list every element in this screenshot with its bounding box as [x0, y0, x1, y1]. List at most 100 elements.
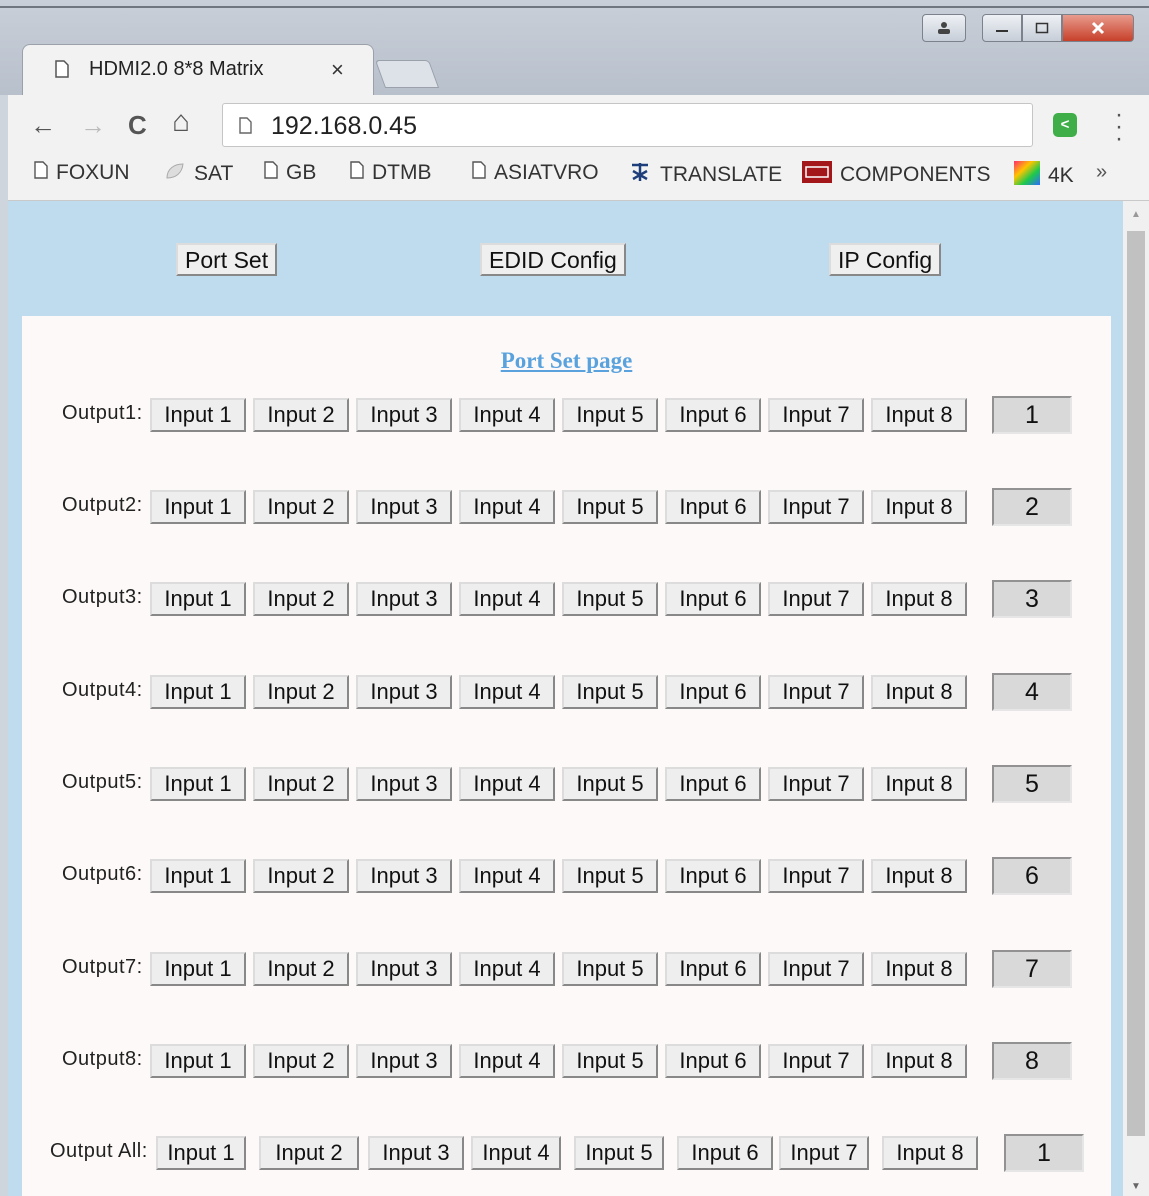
input-5-button[interactable]: Input 5	[562, 952, 658, 986]
input-4-button[interactable]: Input 4	[459, 398, 555, 432]
input-2-button[interactable]: Input 2	[259, 1136, 359, 1170]
close-window-icon[interactable]	[1062, 14, 1134, 42]
input-5-button[interactable]: Input 5	[562, 675, 658, 709]
browser-tab[interactable]: HDMI2.0 8*8 Matrix ×	[22, 44, 374, 95]
input-3-button[interactable]: Input 3	[356, 582, 452, 616]
page-title[interactable]: Port Set page	[22, 348, 1111, 374]
input-1-button[interactable]: Input 1	[150, 952, 246, 986]
input-2-button[interactable]: Input 2	[253, 767, 349, 801]
input-6-button[interactable]: Input 6	[665, 582, 761, 616]
new-tab-button[interactable]	[374, 60, 440, 88]
input-2-button[interactable]: Input 2	[253, 490, 349, 524]
input-4-button[interactable]: Input 4	[459, 859, 555, 893]
input-5-button[interactable]: Input 5	[562, 767, 658, 801]
back-icon[interactable]: ←	[30, 110, 56, 141]
bookmark-translate[interactable]: TRANSLATE	[628, 161, 782, 189]
input-4-button[interactable]: Input 4	[459, 767, 555, 801]
input-3-button[interactable]: Input 3	[356, 1044, 452, 1078]
input-1-button[interactable]: Input 1	[150, 582, 246, 616]
input-7-button[interactable]: Input 7	[779, 1136, 869, 1170]
input-3-button[interactable]: Input 3	[356, 859, 452, 893]
input-8-button[interactable]: Input 8	[871, 952, 967, 986]
input-2-button[interactable]: Input 2	[253, 859, 349, 893]
bookmark-4k[interactable]: 4K	[1014, 161, 1074, 191]
input-5-button[interactable]: Input 5	[562, 490, 658, 524]
input-2-button[interactable]: Input 2	[253, 1044, 349, 1078]
bookmark-asiatvro[interactable]: ASIATVRO	[472, 161, 599, 185]
input-7-button[interactable]: Input 7	[768, 952, 864, 986]
input-4-button[interactable]: Input 4	[459, 952, 555, 986]
input-3-button[interactable]: Input 3	[356, 398, 452, 432]
bookmarks-overflow-icon[interactable]: »	[1096, 161, 1107, 184]
input-8-button[interactable]: Input 8	[871, 1044, 967, 1078]
page-info-icon[interactable]	[239, 117, 252, 139]
input-6-button[interactable]: Input 6	[665, 767, 761, 801]
input-7-button[interactable]: Input 7	[768, 767, 864, 801]
edid-config-button[interactable]: EDID Config	[480, 243, 626, 276]
input-5-button[interactable]: Input 5	[562, 859, 658, 893]
url-text[interactable]: 192.168.0.45	[271, 112, 417, 141]
input-3-button[interactable]: Input 3	[356, 952, 452, 986]
input-8-button[interactable]: Input 8	[871, 582, 967, 616]
input-7-button[interactable]: Input 7	[768, 675, 864, 709]
input-3-button[interactable]: Input 3	[368, 1136, 464, 1170]
address-bar[interactable]: 192.168.0.45	[222, 103, 1033, 147]
input-1-button[interactable]: Input 1	[156, 1136, 246, 1170]
bookmark-dtmb[interactable]: DTMB	[350, 161, 432, 185]
input-6-button[interactable]: Input 6	[665, 398, 761, 432]
input-2-button[interactable]: Input 2	[253, 582, 349, 616]
input-3-button[interactable]: Input 3	[356, 675, 452, 709]
maximize-icon[interactable]	[1022, 14, 1062, 42]
input-6-button[interactable]: Input 6	[665, 1044, 761, 1078]
input-6-button[interactable]: Input 6	[665, 490, 761, 524]
input-4-button[interactable]: Input 4	[459, 675, 555, 709]
input-4-button[interactable]: Input 4	[459, 490, 555, 524]
input-6-button[interactable]: Input 6	[665, 952, 761, 986]
scroll-down-icon[interactable]: ▼	[1131, 1181, 1141, 1192]
forward-icon[interactable]: →	[80, 110, 106, 141]
input-7-button[interactable]: Input 7	[768, 859, 864, 893]
vertical-scrollbar[interactable]: ▲ ▼	[1123, 201, 1149, 1196]
input-6-button[interactable]: Input 6	[665, 859, 761, 893]
input-1-button[interactable]: Input 1	[150, 859, 246, 893]
input-5-button[interactable]: Input 5	[562, 398, 658, 432]
input-8-button[interactable]: Input 8	[882, 1136, 978, 1170]
input-5-button[interactable]: Input 5	[562, 1044, 658, 1078]
input-4-button[interactable]: Input 4	[459, 1044, 555, 1078]
input-3-button[interactable]: Input 3	[356, 767, 452, 801]
input-7-button[interactable]: Input 7	[768, 582, 864, 616]
input-8-button[interactable]: Input 8	[871, 859, 967, 893]
bookmark-sat[interactable]: SAT	[164, 161, 233, 187]
bookmark-components[interactable]: COMPONENTS	[802, 161, 991, 189]
input-4-button[interactable]: Input 4	[471, 1136, 561, 1170]
input-2-button[interactable]: Input 2	[253, 952, 349, 986]
port-set-button[interactable]: Port Set	[176, 243, 278, 276]
input-6-button[interactable]: Input 6	[665, 675, 761, 709]
scroll-up-icon[interactable]: ▲	[1131, 209, 1141, 220]
bookmark-foxun[interactable]: FOXUN	[34, 161, 130, 185]
input-1-button[interactable]: Input 1	[150, 490, 246, 524]
input-7-button[interactable]: Input 7	[768, 398, 864, 432]
input-5-button[interactable]: Input 5	[562, 582, 658, 616]
input-1-button[interactable]: Input 1	[150, 398, 246, 432]
input-4-button[interactable]: Input 4	[459, 582, 555, 616]
input-5-button[interactable]: Input 5	[574, 1136, 664, 1170]
input-1-button[interactable]: Input 1	[150, 1044, 246, 1078]
home-icon[interactable]: ⌂	[172, 105, 190, 139]
input-8-button[interactable]: Input 8	[871, 675, 967, 709]
ip-config-button[interactable]: IP Config	[829, 243, 942, 276]
input-2-button[interactable]: Input 2	[253, 675, 349, 709]
input-8-button[interactable]: Input 8	[871, 767, 967, 801]
scrollbar-thumb[interactable]	[1127, 231, 1145, 1136]
input-2-button[interactable]: Input 2	[253, 398, 349, 432]
input-1-button[interactable]: Input 1	[150, 675, 246, 709]
input-3-button[interactable]: Input 3	[356, 490, 452, 524]
reload-icon[interactable]: C	[128, 110, 147, 141]
user-profile-icon[interactable]	[922, 14, 966, 42]
tab-close-icon[interactable]: ×	[331, 57, 344, 83]
input-8-button[interactable]: Input 8	[871, 490, 967, 524]
share-icon[interactable]: <	[1053, 113, 1077, 137]
input-1-button[interactable]: Input 1	[150, 767, 246, 801]
input-6-button[interactable]: Input 6	[677, 1136, 773, 1170]
minimize-icon[interactable]	[982, 14, 1022, 42]
